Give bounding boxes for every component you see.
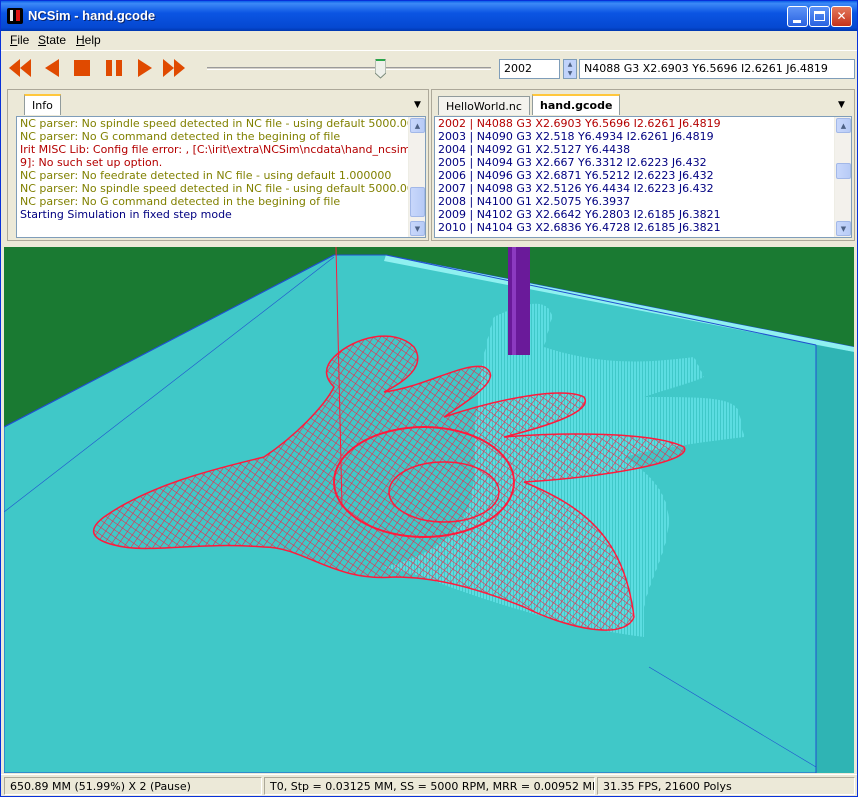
- step-back-button[interactable]: [39, 55, 65, 81]
- tab-helloworld[interactable]: HelloWorld.nc: [438, 96, 530, 115]
- scroll-down-icon[interactable]: ▼: [836, 221, 851, 236]
- gcode-line[interactable]: 2007 | N4098 G3 X2.5126 Y6.4434 I2.6223 …: [438, 182, 834, 195]
- menu-bar: File State Help: [1, 31, 857, 50]
- pause-button[interactable]: [101, 55, 127, 81]
- status-fps: 31.35 FPS, 21600 Polys: [597, 777, 855, 795]
- panels-area: Info ▼ NC parser: No spindle speed detec…: [1, 87, 857, 247]
- code-tab-menu-icon[interactable]: ▼: [838, 100, 845, 110]
- stop-button[interactable]: [69, 55, 95, 81]
- menu-help[interactable]: Help: [76, 33, 101, 47]
- milling-tool: [508, 247, 530, 355]
- info-log-lines: NC parser: No spindle speed detected in …: [17, 117, 408, 237]
- code-panel: HelloWorld.nc hand.gcode ▼ 2002 | N4088 …: [431, 89, 855, 241]
- gcode-line[interactable]: 2008 | N4100 G1 X2.5075 Y6.3937: [438, 195, 834, 208]
- menu-file[interactable]: File: [10, 33, 29, 47]
- info-log-line: NC parser: No G command detected in the …: [20, 130, 341, 143]
- scroll-up-icon[interactable]: ▲: [836, 118, 851, 133]
- app-window: NCSim - hand.gcode ✕ File State Help 200…: [0, 0, 858, 797]
- gcode-lines: 2002 | N4088 G3 X2.6903 Y6.5696 I2.6261 …: [435, 117, 834, 237]
- info-log-line: Starting Simulation in fixed step mode: [20, 208, 232, 221]
- stock-side-face: [816, 345, 854, 773]
- simulation-render: [4, 247, 854, 773]
- info-log[interactable]: NC parser: No spindle speed detected in …: [16, 116, 426, 238]
- fast-forward-button[interactable]: [161, 55, 187, 81]
- spin-down-icon[interactable]: ▼: [564, 69, 576, 78]
- scroll-thumb[interactable]: [836, 163, 851, 179]
- app-logo-icon[interactable]: [7, 8, 23, 24]
- status-bar: 650.89 MM (51.99%) X 2 (Pause) T0, Stp =…: [1, 774, 857, 796]
- menu-state[interactable]: State: [38, 33, 66, 47]
- line-number-input[interactable]: 2002: [499, 59, 560, 79]
- spin-up-icon[interactable]: ▲: [564, 60, 576, 69]
- gcode-line[interactable]: 2006 | N4096 G3 X2.6871 Y6.5212 I2.6223 …: [438, 169, 834, 182]
- gcode-line[interactable]: 2005 | N4094 G3 X2.667 Y6.3312 I2.6223 J…: [438, 156, 834, 169]
- current-code-field[interactable]: N4088 G3 X2.6903 Y6.5696 I2.6261 J6.4819: [579, 59, 855, 79]
- info-log-line: NC parser: No feedrate detected in NC fi…: [20, 169, 392, 182]
- tab-hand-gcode[interactable]: hand.gcode: [532, 94, 621, 115]
- info-log-line: NC parser: No spindle speed detected in …: [20, 117, 408, 130]
- stop-icon: [74, 60, 90, 76]
- progress-slider[interactable]: [207, 57, 491, 79]
- scroll-down-icon[interactable]: ▼: [410, 221, 425, 236]
- status-tool: T0, Stp = 0.03125 MM, SS = 5000 RPM, MRR…: [264, 777, 595, 795]
- gcode-line[interactable]: 2004 | N4092 G1 X2.5127 Y6.4438: [438, 143, 834, 156]
- fast-rewind-icon: [9, 59, 31, 77]
- fast-rewind-button[interactable]: [7, 55, 33, 81]
- play-icon: [138, 59, 152, 77]
- info-log-scrollbar[interactable]: ▲ ▼: [408, 117, 425, 237]
- gcode-line[interactable]: 2002 | N4088 G3 X2.6903 Y6.5696 I2.6261 …: [438, 117, 834, 130]
- close-button[interactable]: ✕: [831, 6, 852, 27]
- status-progress: 650.89 MM (51.99%) X 2 (Pause): [4, 777, 262, 795]
- line-number-spinner[interactable]: ▲ ▼: [563, 59, 577, 79]
- gcode-line[interactable]: 2009 | N4102 G3 X2.6642 Y6.2803 I2.6185 …: [438, 208, 834, 221]
- gcode-scrollbar[interactable]: ▲ ▼: [834, 117, 851, 237]
- info-tab-menu-icon[interactable]: ▼: [414, 100, 421, 110]
- maximize-icon: [814, 11, 825, 21]
- playback-toolbar: 2002 ▲ ▼ N4088 G3 X2.6903 Y6.5696 I2.626…: [1, 50, 857, 86]
- info-log-line: NC parser: No spindle speed detected in …: [20, 182, 408, 195]
- info-log-line: NC parser: No G command detected in the …: [20, 195, 341, 208]
- minimize-button[interactable]: [787, 6, 808, 27]
- gcode-line[interactable]: 2003 | N4090 G3 X2.518 Y6.4934 I2.6261 J…: [438, 130, 834, 143]
- simulation-viewport[interactable]: [4, 247, 854, 773]
- close-icon: ✕: [836, 9, 847, 23]
- gcode-line[interactable]: 2010 | N4104 G3 X2.6836 Y6.4728 I2.6185 …: [438, 221, 834, 234]
- slider-thumb[interactable]: [374, 58, 387, 79]
- window-title: NCSim - hand.gcode: [28, 8, 156, 23]
- tab-info[interactable]: Info: [24, 94, 61, 115]
- pause-icon: [106, 60, 122, 76]
- scroll-up-icon[interactable]: ▲: [410, 118, 425, 133]
- gcode-listing[interactable]: 2002 | N4088 G3 X2.6903 Y6.5696 I2.6261 …: [434, 116, 852, 238]
- maximize-button[interactable]: [809, 6, 830, 27]
- step-back-icon: [45, 59, 59, 77]
- milling-tool-highlight: [512, 247, 516, 355]
- play-button[interactable]: [132, 55, 158, 81]
- info-log-line: Irit MISC Lib: Config file error: , [C:\…: [20, 143, 408, 156]
- minimize-icon: [793, 20, 801, 23]
- slider-track: [207, 67, 491, 70]
- fast-forward-icon: [163, 59, 185, 77]
- info-panel: Info ▼ NC parser: No spindle speed detec…: [7, 89, 429, 241]
- title-bar[interactable]: NCSim - hand.gcode ✕: [1, 1, 857, 31]
- info-log-line: 9]: No such set up option.: [20, 156, 163, 169]
- scroll-thumb[interactable]: [410, 187, 425, 217]
